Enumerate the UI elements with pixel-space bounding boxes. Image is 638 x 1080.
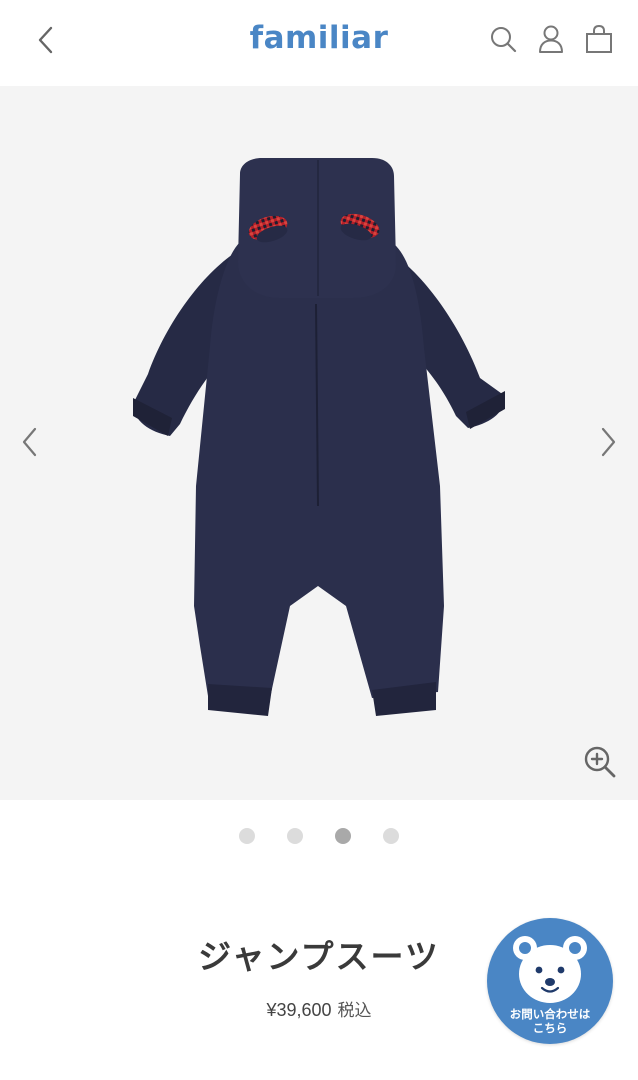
chevron-right-icon (601, 427, 616, 457)
cart-button[interactable] (582, 20, 616, 58)
zoom-button[interactable] (580, 742, 620, 782)
account-button[interactable] (534, 20, 568, 58)
product-image-gallery[interactable] (0, 86, 638, 800)
cart-bag-icon (586, 24, 612, 53)
pagination-dot-3-active[interactable] (335, 828, 351, 844)
tax-included-label: 税込 (337, 1001, 372, 1020)
pagination-dot-1[interactable] (239, 828, 255, 844)
chevron-left-icon (22, 427, 37, 457)
header-actions (486, 20, 616, 58)
product-image-jumpsuit (133, 158, 505, 716)
gallery-next-button[interactable] (588, 422, 628, 462)
app-header: familiar (0, 0, 638, 86)
pagination-dot-2[interactable] (287, 828, 303, 844)
zoom-in-icon (584, 746, 616, 778)
gallery-pagination (0, 828, 638, 844)
contact-us-label: お問い合わせは こちら (487, 1008, 613, 1036)
pagination-dot-4[interactable] (383, 828, 399, 844)
product-price: ¥39,600 (266, 1000, 332, 1020)
gallery-prev-button[interactable] (10, 422, 50, 462)
contact-label-line-1: お問い合わせは (509, 1009, 591, 1021)
account-icon (539, 25, 563, 53)
contact-us-button[interactable]: お問い合わせは こちら (487, 918, 613, 1044)
search-button[interactable] (486, 20, 520, 58)
bear-face-icon (513, 936, 587, 1003)
search-icon (491, 27, 517, 53)
contact-label-line-2: こちら (532, 1023, 568, 1035)
